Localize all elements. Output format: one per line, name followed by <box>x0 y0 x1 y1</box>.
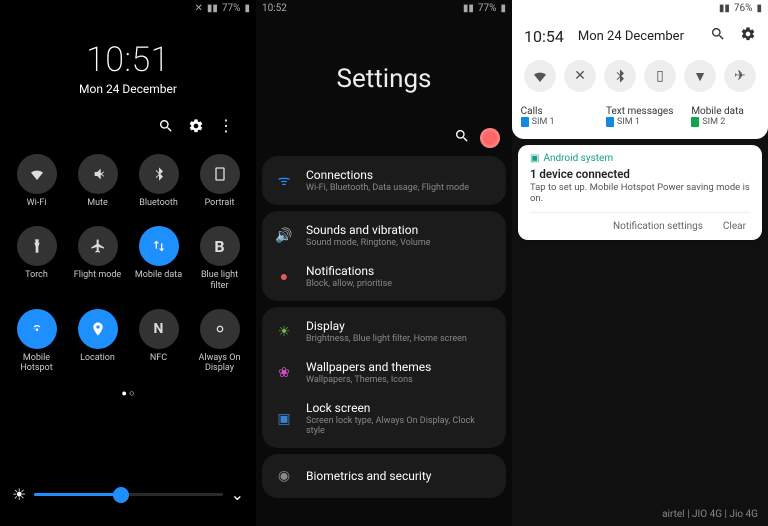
theme-icon: ❀ <box>274 363 294 383</box>
status-bar: ✕ ▮▮ 77% ▮ <box>0 0 256 16</box>
quick-settings-row: ✕ ▯ ▼ ✈ <box>512 56 768 102</box>
battery-icon: ▮ <box>500 3 506 14</box>
quick-settings-panel-dark: ✕ ▮▮ 77% ▮ 10:51 Mon 24 December ⋮ Wi-Fi… <box>0 0 256 526</box>
brightness-icon: ☀ <box>12 485 26 504</box>
qs-tile-hotspot[interactable]: Mobile Hotspot <box>6 309 67 374</box>
qs-tile-blue-light[interactable]: BBlue light filter <box>189 226 250 291</box>
status-battery: 76% <box>734 3 753 14</box>
settings-list[interactable]: ᯤ ConnectionsWi-Fi, Bluetooth, Data usag… <box>256 156 512 498</box>
settings-item-notifications[interactable]: ● NotificationsBlock, allow, prioritise <box>262 256 506 297</box>
status-signal-icon: ▮▮ <box>207 3 218 14</box>
notification-settings-button[interactable]: Notification settings <box>613 221 703 232</box>
battery-icon: ▮ <box>244 3 250 14</box>
wifi-icon: ᯤ <box>274 171 294 191</box>
status-icons: ▮▮ 77% ▮ <box>463 3 506 14</box>
qs-tile-wifi[interactable]: Wi-Fi <box>6 154 67 208</box>
lock-clock: 10:51 Mon 24 December <box>0 40 256 96</box>
notif-title: 1 device connected <box>530 167 750 181</box>
settings-item-lock[interactable]: ▣ Lock screenScreen lock type, Always On… <box>262 393 506 444</box>
qs-wifi[interactable] <box>524 60 556 92</box>
qs-portrait[interactable]: ▯ <box>644 60 676 92</box>
qs-tile-torch[interactable]: Torch <box>6 226 67 291</box>
page-indicator[interactable]: ● ○ <box>0 388 256 399</box>
settings-item-themes[interactable]: ❀ Wallpapers and themesWallpapers, Theme… <box>262 352 506 393</box>
settings-panel-dark: 10:52 ▮▮ 77% ▮ Settings ᯤ ConnectionsWi-… <box>256 0 512 526</box>
notification-shade-light: ▮▮ 76% ▮ 10:54 Mon 24 December ✕ ▯ ▼ ✈ C… <box>512 0 768 526</box>
qs-tile-nfc[interactable]: NNFC <box>128 309 189 374</box>
qs-tile-bluetooth[interactable]: Bluetooth <box>128 154 189 208</box>
bell-icon: ● <box>274 267 294 287</box>
status-mute-icon: ✕ <box>195 3 203 14</box>
qs-tile-flight[interactable]: Flight mode <box>67 226 128 291</box>
status-signal-icon: ▮▮ <box>719 3 730 14</box>
status-icons: ▮▮ 76% ▮ <box>719 3 762 14</box>
qs-tile-location[interactable]: Location <box>67 309 128 374</box>
status-bar: 10:52 ▮▮ 77% ▮ <box>256 0 512 16</box>
display-icon: ☀ <box>274 322 294 342</box>
avatar[interactable] <box>480 128 500 148</box>
status-battery: 77% <box>478 3 497 14</box>
sim-row: CallsSIM 1 Text messagesSIM 1 Mobile dat… <box>512 102 768 135</box>
qs-tile-mute[interactable]: Mute <box>67 154 128 208</box>
settings-item-biometrics[interactable]: ◉ Biometrics and security <box>262 458 506 494</box>
clock-date: Mon 24 December <box>0 82 256 96</box>
status-battery: 77% <box>222 3 241 14</box>
qs-torch[interactable]: ▼ <box>684 60 716 92</box>
settings-item-connections[interactable]: ᯤ ConnectionsWi-Fi, Bluetooth, Data usag… <box>262 160 506 201</box>
clear-button[interactable]: Clear <box>723 221 746 232</box>
shade-header: 10:54 Mon 24 December <box>512 16 768 56</box>
status-bar: ▮▮ 76% ▮ <box>512 0 768 16</box>
security-icon: ◉ <box>274 466 294 486</box>
settings-toolbar <box>256 128 512 156</box>
notif-body: Tap to set up. Mobile Hotspot Power savi… <box>530 182 750 204</box>
quick-settings-grid: Wi-Fi Mute Bluetooth Portrait Torch Flig… <box>0 144 256 384</box>
brightness-slider[interactable]: ☀ ⌄ <box>0 475 256 514</box>
status-icons: ✕ ▮▮ 77% ▮ <box>195 3 251 14</box>
qs-flight[interactable]: ✈ <box>724 60 756 92</box>
gear-icon[interactable] <box>188 118 204 138</box>
gear-icon[interactable] <box>740 26 756 46</box>
status-signal-icon: ▮▮ <box>463 3 474 14</box>
search-icon[interactable] <box>710 26 726 46</box>
sim-calls[interactable]: CallsSIM 1 <box>521 106 589 127</box>
qs-tile-aod[interactable]: Always On Display <box>189 309 250 374</box>
carrier-label: airtel | JIO 4G | Jio 4G <box>662 509 758 520</box>
qs-mute[interactable]: ✕ <box>564 60 596 92</box>
notification-card[interactable]: ▣Android system 1 device connected Tap t… <box>518 145 762 240</box>
battery-icon: ▮ <box>756 3 762 14</box>
sound-icon: 🔊 <box>274 226 294 246</box>
sim-data[interactable]: Mobile dataSIM 2 <box>691 106 759 127</box>
notif-app-name: ▣Android system <box>530 153 750 164</box>
qs-tile-mobile-data[interactable]: Mobile data <box>128 226 189 291</box>
status-time: 10:52 <box>262 3 287 14</box>
clock-date: Mon 24 December <box>578 29 684 44</box>
search-icon[interactable] <box>158 118 174 138</box>
chevron-down-icon[interactable]: ⌄ <box>231 485 244 504</box>
qs-bluetooth[interactable] <box>604 60 636 92</box>
settings-item-sounds[interactable]: 🔊 Sounds and vibrationSound mode, Ringto… <box>262 215 506 256</box>
more-icon[interactable]: ⋮ <box>218 118 234 138</box>
qs-tile-portrait[interactable]: Portrait <box>189 154 250 208</box>
search-icon[interactable] <box>454 128 470 148</box>
sim-texts[interactable]: Text messagesSIM 1 <box>606 106 674 127</box>
quick-settings-toolbar: ⋮ <box>0 96 256 144</box>
settings-item-display[interactable]: ☀ DisplayBrightness, Blue light filter, … <box>262 311 506 352</box>
slider-track[interactable] <box>34 493 222 496</box>
clock-time: 10:51 <box>0 40 256 80</box>
android-icon: ▣ <box>530 153 539 164</box>
clock-time: 10:54 <box>524 27 564 46</box>
lock-icon: ▣ <box>274 409 294 429</box>
page-title: Settings <box>256 64 512 94</box>
